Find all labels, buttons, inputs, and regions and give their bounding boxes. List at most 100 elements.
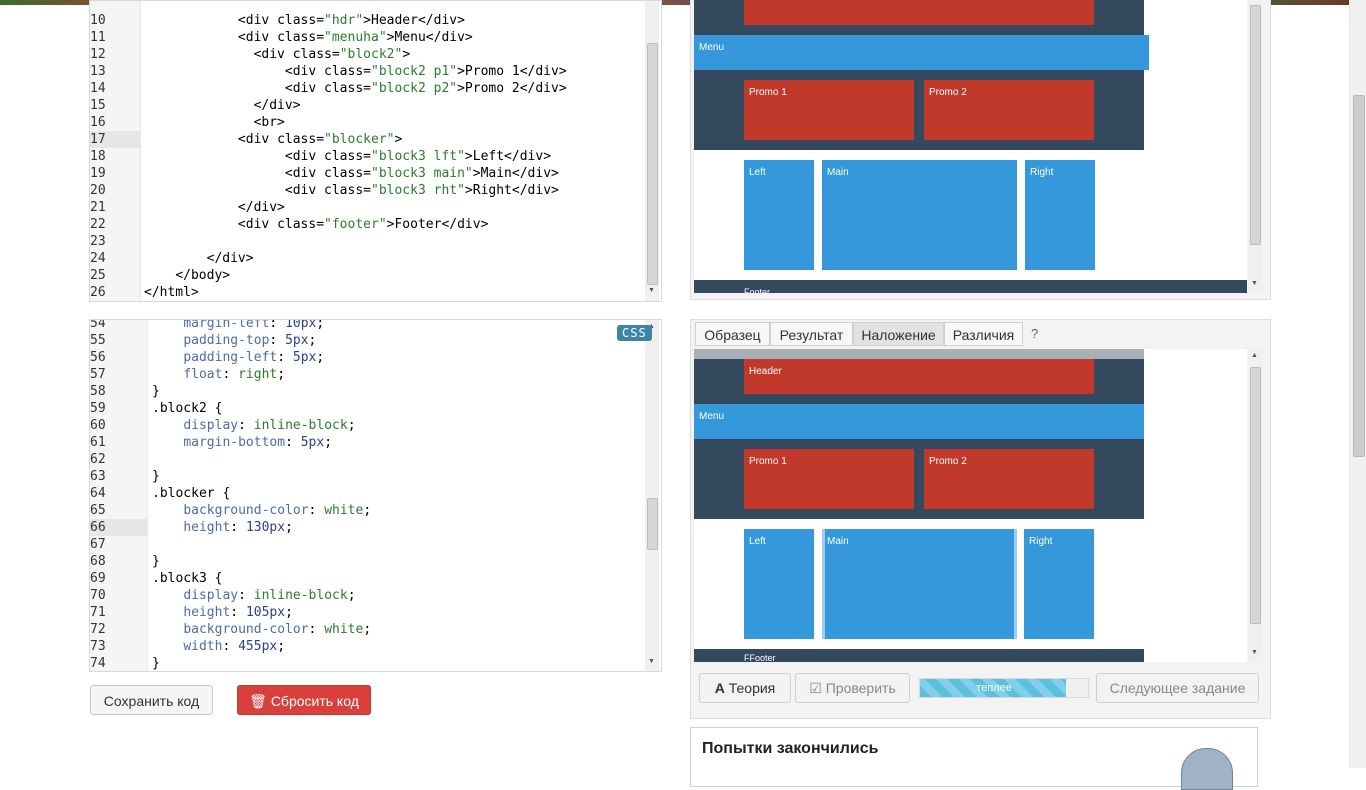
scroll-down-arrow-icon[interactable]: ▼ (648, 287, 655, 294)
code-line[interactable]: 72 background-color: white; (90, 621, 645, 638)
code-token: >Footer</div> (386, 217, 489, 232)
code-text: .blocker { (152, 485, 230, 502)
save-code-button[interactable]: Сохранить код (90, 685, 213, 715)
scroll-down-arrow-icon[interactable]: ▼ (1251, 280, 1258, 287)
code-text: .block3 { (152, 570, 222, 587)
code-token: <div (237, 13, 278, 28)
code-line[interactable]: 15 </div> (90, 97, 645, 114)
code-token: background-color (183, 622, 309, 637)
code-token: >Promo 1</div> (457, 64, 567, 79)
code-line[interactable]: 65 background-color: white; (90, 502, 645, 519)
code-line[interactable]: 55 padding-top: 5px; (90, 332, 645, 349)
code-token: class= (277, 13, 325, 28)
code-line[interactable]: 69 .block3 { (90, 570, 645, 587)
code-line[interactable]: 23 (90, 233, 645, 250)
theory-button[interactable]: A Теория (699, 673, 791, 703)
code-line[interactable]: 63} (90, 468, 645, 485)
scrollbar-thumb[interactable] (1250, 367, 1261, 624)
code-token: float (183, 367, 223, 382)
code-token: >Main</div> (472, 166, 559, 181)
code-line[interactable]: 66 height: 130px; (90, 519, 645, 536)
code-text: background-color: white; (152, 502, 371, 519)
code-line[interactable]: 68} (90, 553, 645, 570)
code-token: ; (347, 418, 356, 433)
code-line[interactable]: 70 display: inline-block; (90, 587, 645, 604)
code-line[interactable]: 11 <div class="menuha">Menu</div> (90, 29, 645, 46)
reset-code-button[interactable]: 🗑 Сбросить код (237, 685, 371, 715)
code-token: white (324, 503, 364, 518)
code-line[interactable]: 54 margin-left: 10px; (90, 319, 645, 332)
check-button[interactable]: ☑ Проверить (795, 673, 910, 703)
code-line[interactable]: 10 <div class="hdr">Header</div> (90, 12, 645, 29)
code-line[interactable]: 58} (90, 383, 645, 400)
result-preview-canvas: Menu Promo 1 Promo 2 Left Main Right Foo… (694, 0, 1247, 293)
code-token: <div (237, 30, 278, 45)
code-line[interactable]: 26 </html> (90, 284, 645, 301)
code-line[interactable]: 25 </body> (90, 267, 645, 284)
code-token: background-color (183, 503, 309, 518)
html-code-editor[interactable]: 10 <div class="hdr">Header</div> 11 <div … (89, 0, 662, 302)
code-token: ; (277, 367, 286, 382)
code-line[interactable]: 20 <div class="block3 rht">Right</div> (90, 182, 645, 199)
tab-differences[interactable]: Различия (944, 322, 1023, 346)
code-token: } (152, 554, 160, 569)
page-scrollbar[interactable] (1349, 0, 1366, 768)
scrollbar-thumb[interactable] (647, 43, 658, 285)
tab-overlay[interactable]: Наложение (853, 322, 944, 346)
code-line[interactable]: 56 padding-left: 5px; (90, 349, 645, 366)
code-line[interactable]: 16 <br> (90, 114, 645, 131)
css-code-editor[interactable]: 54 margin-left: 10px; 55 padding-top: 5px… (89, 319, 662, 672)
code-line[interactable]: 21 </div> (90, 199, 645, 216)
code-line[interactable]: 71 height: 105px; (90, 604, 645, 621)
code-line[interactable]: 67 (90, 536, 645, 553)
line-number: 74 (90, 656, 106, 671)
code-line[interactable]: 74} (90, 655, 645, 671)
code-line[interactable]: 14 <div class="block2 p2">Promo 2</div> (90, 80, 645, 97)
code-line[interactable]: 18 <div class="block3 lft">Left</div> (90, 148, 645, 165)
code-line[interactable]: 59 .block2 { (90, 400, 645, 417)
reset-code-label: Сбросить код (270, 693, 359, 709)
result-preview-scrollbar[interactable]: ▼ (1248, 0, 1262, 293)
code-line[interactable]: 17 <div class="blocker"> (90, 131, 645, 148)
code-line[interactable]: 19 <div class="block3 main">Main</div> (90, 165, 645, 182)
tab-result[interactable]: Результат (770, 322, 853, 346)
next-task-button[interactable]: Следующее задание (1096, 673, 1259, 703)
code-line[interactable]: 73 width: 455px; (90, 638, 645, 655)
code-line[interactable]: 60 display: inline-block; (90, 417, 645, 434)
code-token: : (269, 319, 286, 331)
code-line[interactable]: 57 float: right; (90, 366, 645, 383)
scroll-down-arrow-icon[interactable]: ▼ (1251, 649, 1258, 656)
overlay-preview-scrollbar[interactable]: ▲ ▼ (1248, 349, 1262, 662)
code-line[interactable]: 61 margin-bottom: 5px; (90, 434, 645, 451)
line-number: 60 (90, 418, 106, 433)
code-line[interactable]: 12 <div class="block2"> (90, 46, 645, 63)
code-token: ; (285, 605, 293, 620)
tab-obrazets[interactable]: Образец (695, 322, 770, 346)
code-token: >Promo 2</div> (457, 81, 567, 96)
scroll-down-arrow-icon[interactable]: ▼ (648, 658, 655, 665)
code-token: height (183, 520, 231, 535)
line-number: 21 (90, 200, 106, 215)
code-token: : (238, 418, 254, 433)
scrollbar-thumb[interactable] (647, 498, 658, 550)
scrollbar-thumb[interactable] (1250, 5, 1261, 245)
code-line[interactable]: 22 <div class="footer">Footer</div> (90, 216, 645, 233)
help-question-link[interactable]: ? (1031, 326, 1038, 341)
code-line[interactable]: 24 </div> (90, 250, 645, 267)
code-text: } (152, 468, 160, 485)
code-token: } (152, 469, 160, 484)
css-editor-scrollbar[interactable]: ▲ ▼ (645, 320, 659, 671)
code-token: : (269, 333, 286, 348)
scroll-up-arrow-icon[interactable]: ▲ (1251, 352, 1258, 359)
html-editor-scrollbar[interactable]: ▼ (645, 1, 659, 301)
code-line[interactable]: 64 .blocker { (90, 485, 645, 502)
code-line[interactable]: 62 (90, 451, 645, 468)
code-line[interactable]: 13 <div class="block2 p1">Promo 1</div> (90, 63, 645, 80)
page-scrollbar-thumb[interactable] (1353, 95, 1365, 457)
line-number: 61 (90, 435, 106, 450)
